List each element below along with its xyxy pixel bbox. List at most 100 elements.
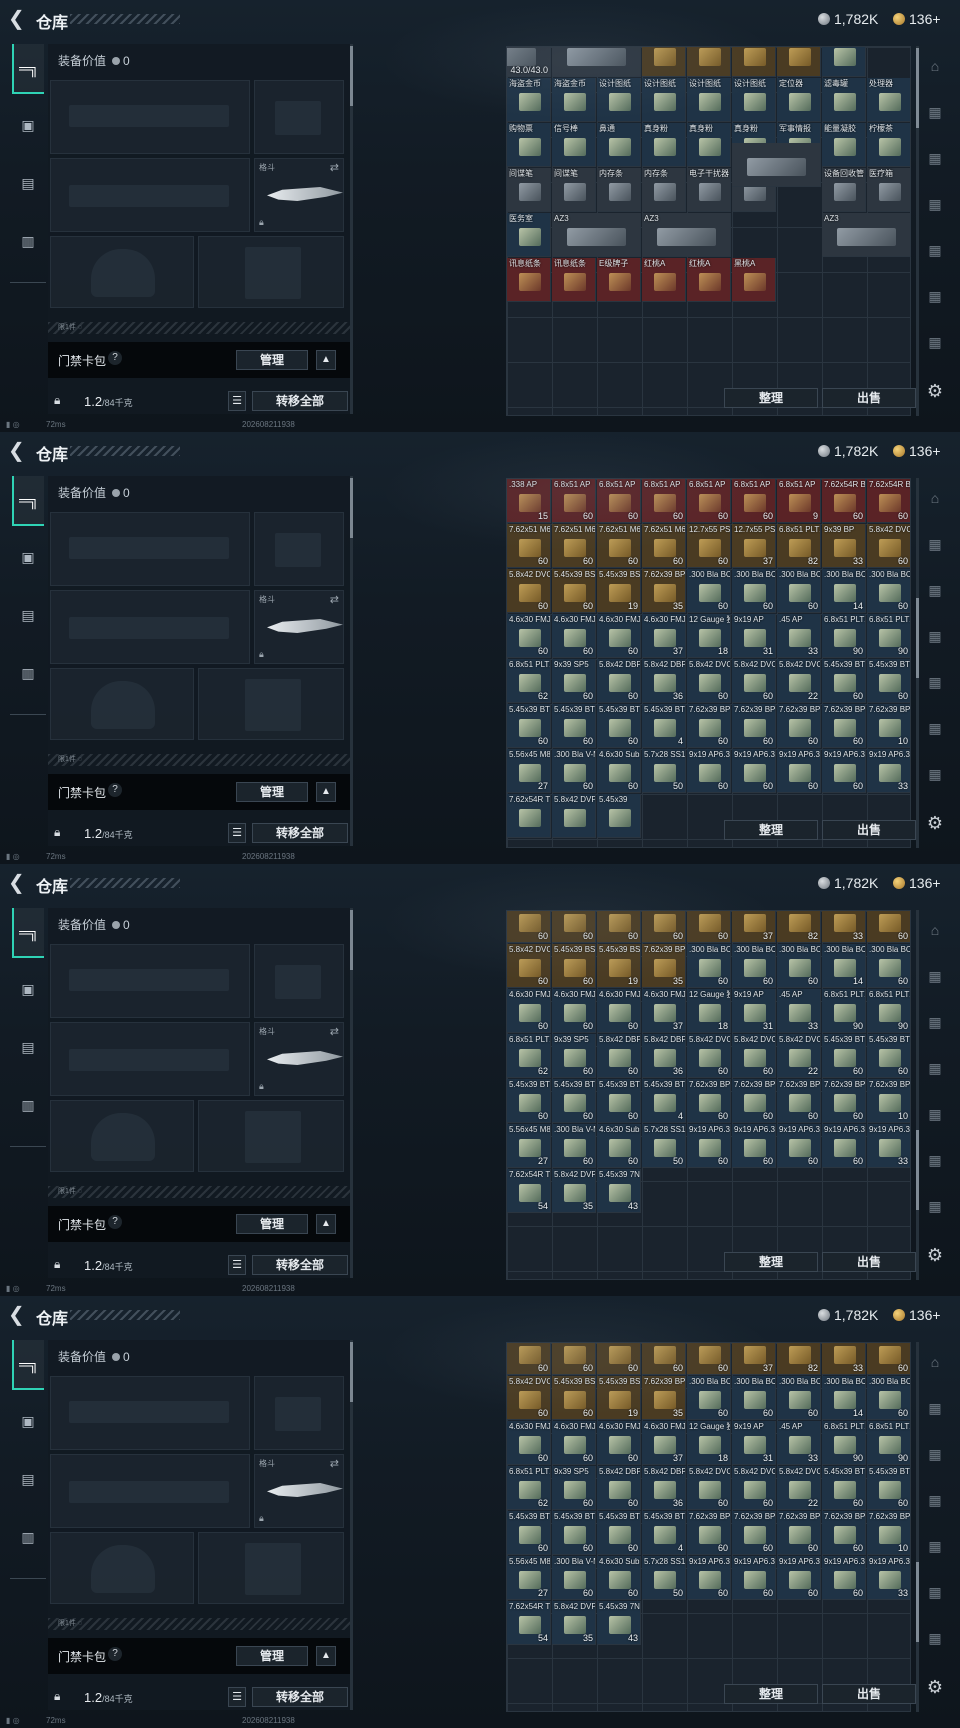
stash-item[interactable]: .300 Bla BCP FMJ 60 (867, 944, 910, 988)
settings-gear-icon[interactable]: ⚙ (924, 1244, 946, 1266)
helmet-slot[interactable] (50, 236, 194, 308)
secondary-weapon-slot[interactable] (50, 590, 250, 664)
stash-item[interactable]: 60 (642, 1343, 686, 1375)
stash-item[interactable]: 5.8x42 DVC12+P 60 (507, 944, 551, 988)
stash-item[interactable]: 6.8x51 PLTX 90 (822, 1421, 866, 1465)
stash-item[interactable]: .45 AP 33 (777, 1421, 821, 1465)
stash-item[interactable] (552, 47, 641, 77)
stash-item[interactable]: .300 Bla BCP FMJ 14 (822, 1376, 866, 1420)
swap-icon[interactable]: ⇄ (330, 161, 339, 174)
stash-item[interactable]: 7.62x51 M61 60 (507, 524, 551, 568)
stash-item[interactable]: 5.56x45 M855A1 27 (507, 1124, 551, 1168)
transfer-all-button[interactable]: 转移全部 (252, 1687, 348, 1707)
stash-item[interactable]: 7.62x39 BP 60 (687, 1511, 731, 1555)
sell-button[interactable]: 出售 (822, 388, 916, 408)
stash-item[interactable]: 9x39 SP5 60 (552, 1034, 596, 1078)
stash-item[interactable]: AZ3 (552, 213, 641, 257)
stash-item[interactable]: .300 Bla BCP FMJ 60 (732, 1376, 776, 1420)
secondary-weapon-slot[interactable] (50, 1022, 250, 1096)
tab-weapons-icon[interactable]: ═╗ (12, 908, 44, 958)
stash-item[interactable]: 5.45x39 BT 4 (642, 1511, 686, 1555)
list-view-icon[interactable]: ☰ (228, 391, 246, 411)
sell-button[interactable]: 出售 (822, 1252, 916, 1272)
sell-button[interactable]: 出售 (822, 820, 916, 840)
stash-item[interactable]: .300 Bla BCP FMJ 60 (777, 1376, 821, 1420)
stash-item[interactable]: 7.62x39 BP 60 (687, 704, 731, 748)
scroll-thumb[interactable] (350, 910, 353, 970)
stash-item[interactable]: 5.45x39 BT 4 (642, 704, 686, 748)
scroll-thumb[interactable] (916, 1130, 919, 1210)
primary-weapon-slot[interactable] (50, 80, 250, 154)
stash-item[interactable]: 6.8x51 AP 60 (687, 479, 731, 523)
stash-item[interactable]: 处理器 (867, 78, 910, 122)
stash-item[interactable]: 6.8x51 PLTX 82 (777, 524, 821, 568)
stash-item[interactable]: 9x19 AP6.3 33 (867, 749, 910, 793)
helmet-slot[interactable] (50, 668, 194, 740)
stash-item[interactable]: 60 (597, 1343, 641, 1375)
stash-item[interactable]: 间谍笔 (552, 168, 596, 212)
secondary-weapon-slot[interactable] (50, 1454, 250, 1528)
scroll-thumb[interactable] (916, 1562, 919, 1642)
stash-item[interactable]: 医务室 (507, 213, 551, 257)
stash-item[interactable]: E级牌子 (597, 258, 641, 302)
stash-item[interactable]: 5.45x39 BT 60 (507, 1079, 551, 1123)
stash-item[interactable]: 5.8x42 DVC12+P 60 (507, 569, 551, 613)
stash-page-2-icon[interactable]: ▦ (924, 148, 946, 168)
tab-armor-icon[interactable]: ▣ (12, 532, 44, 582)
secondary-weapon-slot[interactable] (50, 158, 250, 232)
stash-item[interactable]: 5.45x39 BT 60 (552, 704, 596, 748)
stash-page-4-icon[interactable]: ▦ (924, 1104, 946, 1124)
stash-item[interactable]: 4.6x30 Subsonic 60 (597, 749, 641, 793)
manage-button[interactable]: 管理 (236, 782, 308, 802)
stash-item[interactable]: 7.62x54R T46M 54 (507, 1601, 551, 1645)
stash-item[interactable]: 5.45x39 BS 60 (552, 944, 596, 988)
stash-item[interactable]: 9x19 AP6.3 60 (777, 1124, 821, 1168)
armor-slot[interactable] (198, 668, 344, 740)
tab-weapons-icon[interactable]: ═╗ (12, 1340, 44, 1390)
swap-icon[interactable]: ⇄ (330, 1025, 339, 1038)
stash-item[interactable]: 9x19 AP 31 (732, 1421, 776, 1465)
stash-item[interactable]: 5.45x39 BT 60 (867, 659, 910, 703)
pistol-slot[interactable] (254, 80, 344, 154)
stash-item[interactable]: 9x19 AP6.3 60 (687, 749, 731, 793)
stash-item[interactable]: 9x19 AP6.3 33 (867, 1556, 910, 1600)
stash-item[interactable]: 9x19 AP6.3 60 (732, 1124, 776, 1168)
stash-item[interactable]: 4.6x30 FMJ SX 37 (642, 1421, 686, 1465)
stash-item[interactable]: .300 Bla BCP FMJ 60 (867, 1376, 910, 1420)
stash-scrollbar[interactable] (916, 910, 919, 1280)
stash-item[interactable]: 5.8x42 DBP10+P 36 (642, 1466, 686, 1510)
stash-item[interactable]: 6.8x51 PLTX 90 (867, 989, 910, 1033)
stash-item[interactable]: 5.45x39 BT 60 (597, 1079, 641, 1123)
stash-item[interactable]: 60 (507, 911, 551, 943)
tab-backpack-icon[interactable]: ▥ (12, 1512, 44, 1562)
tab-weapons-icon[interactable]: ═╗ (12, 476, 44, 526)
stash-page-1-icon[interactable]: ▦ (924, 102, 946, 122)
stash-item[interactable]: 5.45x39 BS 19 (597, 944, 641, 988)
stash-item[interactable]: 4.6x30 FMJ SX 60 (597, 614, 641, 658)
collapse-chevron-icon[interactable]: ▲ (316, 1214, 336, 1234)
help-icon[interactable]: ? (108, 783, 122, 797)
stash-item[interactable]: 6.8x51 PLTX 62 (507, 1034, 551, 1078)
stash-page-3-icon[interactable]: ▦ (924, 1490, 946, 1510)
stash-item[interactable]: 4.6x30 FMJ SX 60 (507, 1421, 551, 1465)
stash-item[interactable]: .300 Bla BCP FMJ 14 (822, 944, 866, 988)
stash-item[interactable]: 海盗金币 (552, 78, 596, 122)
stash-item[interactable]: 7.62x54R T46M 54 (507, 1169, 551, 1213)
stash-item[interactable]: 7.62x39 BP 60 (777, 1079, 821, 1123)
stash-item[interactable]: 7.62x51 M61 60 (597, 524, 641, 568)
stash-scrollbar[interactable] (916, 1342, 919, 1712)
tab-chest-rig-icon[interactable]: ▤ (12, 590, 44, 640)
scroll-thumb[interactable] (350, 46, 353, 106)
stash-item[interactable]: 5.45x39 BT 60 (822, 1034, 866, 1078)
stash-item[interactable]: 7.62x39 BP 10 (867, 704, 910, 748)
list-view-icon[interactable]: ☰ (228, 1255, 246, 1275)
stash-item[interactable]: 7.62x39 BP 35 (642, 944, 686, 988)
stash-item[interactable]: 5.45x39 BS 60 (552, 1376, 596, 1420)
stash-item[interactable]: 购物票 (507, 123, 551, 167)
stash-scrollbar[interactable] (916, 478, 919, 848)
back-arrow-icon[interactable]: ❮ (8, 872, 30, 894)
stash-item[interactable]: 4.6x30 Subsonic 60 (597, 1556, 641, 1600)
stash-item[interactable]: 9x19 AP6.3 60 (822, 1556, 866, 1600)
stash-item[interactable]: 设计图纸 (687, 78, 731, 122)
tab-armor-icon[interactable]: ▣ (12, 1396, 44, 1446)
